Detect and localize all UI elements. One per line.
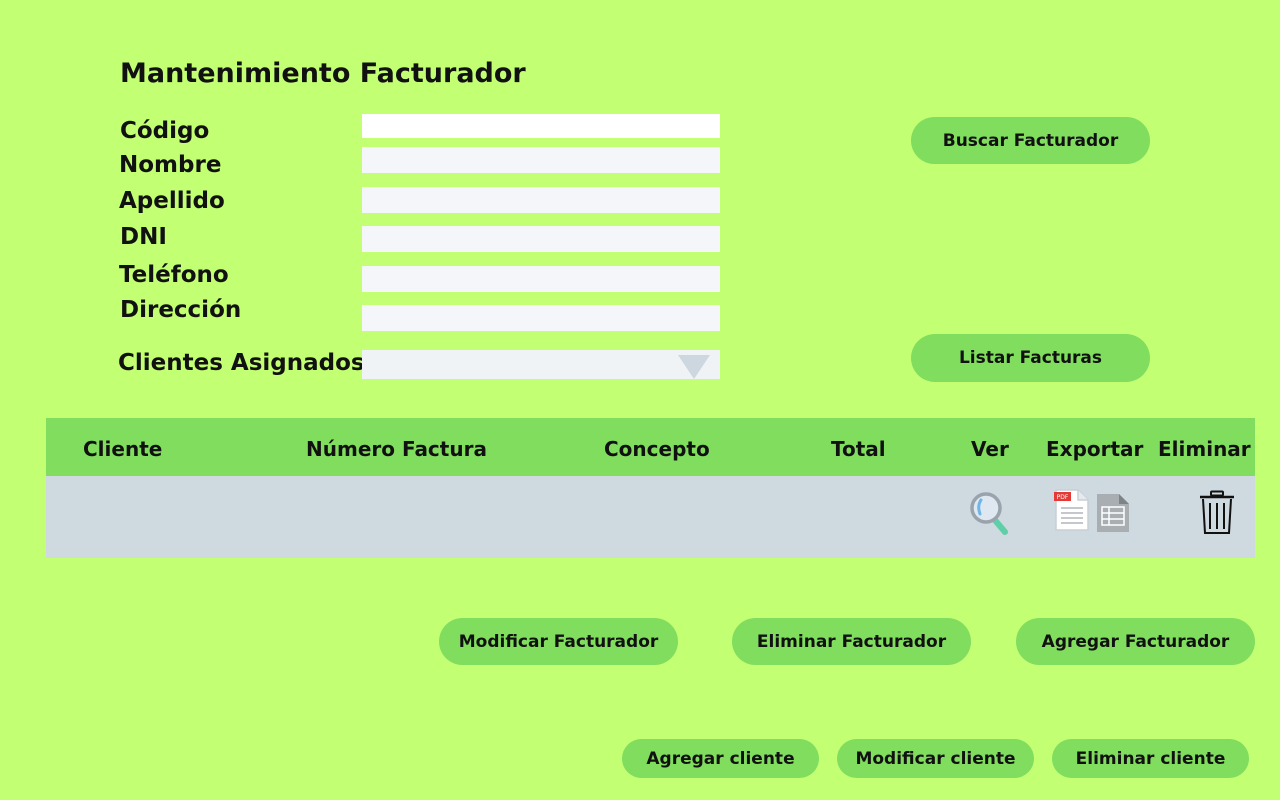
dni-label: DNI (120, 224, 167, 250)
spreadsheet-file-icon[interactable] (1095, 492, 1131, 534)
pdf-file-icon[interactable]: PDF (1054, 488, 1090, 532)
nombre-label: Nombre (119, 152, 222, 178)
codigo-label: Código (120, 118, 210, 144)
magnifier-icon[interactable] (968, 490, 1010, 536)
column-header-numero-factura: Número Factura (306, 437, 487, 461)
apellido-label: Apellido (119, 188, 225, 214)
agregar-facturador-button[interactable]: Agregar Facturador (1016, 618, 1255, 665)
direccion-label: Dirección (120, 297, 242, 323)
column-header-cliente: Cliente (83, 437, 163, 461)
listar-facturas-button[interactable]: Listar Facturas (911, 334, 1150, 382)
nombre-input[interactable] (362, 147, 720, 173)
clientes-asignados-label: Clientes Asignados (118, 350, 365, 376)
codigo-input[interactable] (362, 114, 720, 138)
buscar-facturador-button[interactable]: Buscar Facturador (911, 117, 1150, 164)
invoices-table-header: Cliente Número Factura Concepto Total Ve… (46, 418, 1255, 476)
column-header-eliminar: Eliminar (1158, 437, 1251, 461)
column-header-total: Total (831, 437, 886, 461)
page-title: Mantenimiento Facturador (120, 58, 526, 89)
eliminar-cliente-button[interactable]: Eliminar cliente (1052, 739, 1249, 778)
eliminar-facturador-button[interactable]: Eliminar Facturador (732, 618, 971, 665)
column-header-exportar: Exportar (1046, 437, 1144, 461)
apellido-input[interactable] (362, 187, 720, 213)
column-header-concepto: Concepto (604, 437, 710, 461)
telefono-label: Teléfono (119, 262, 229, 288)
dropdown-arrow-icon[interactable] (678, 355, 710, 379)
clientes-asignados-select[interactable] (362, 350, 720, 379)
column-header-ver: Ver (971, 437, 1009, 461)
svg-text:PDF: PDF (1057, 494, 1069, 501)
dni-input[interactable] (362, 226, 720, 252)
table-row: PDF (46, 476, 1255, 558)
trash-icon[interactable] (1198, 490, 1236, 536)
direccion-input[interactable] (362, 305, 720, 331)
telefono-input[interactable] (362, 266, 720, 292)
agregar-cliente-button[interactable]: Agregar cliente (622, 739, 819, 778)
modificar-facturador-button[interactable]: Modificar Facturador (439, 618, 678, 665)
modificar-cliente-button[interactable]: Modificar cliente (837, 739, 1034, 778)
